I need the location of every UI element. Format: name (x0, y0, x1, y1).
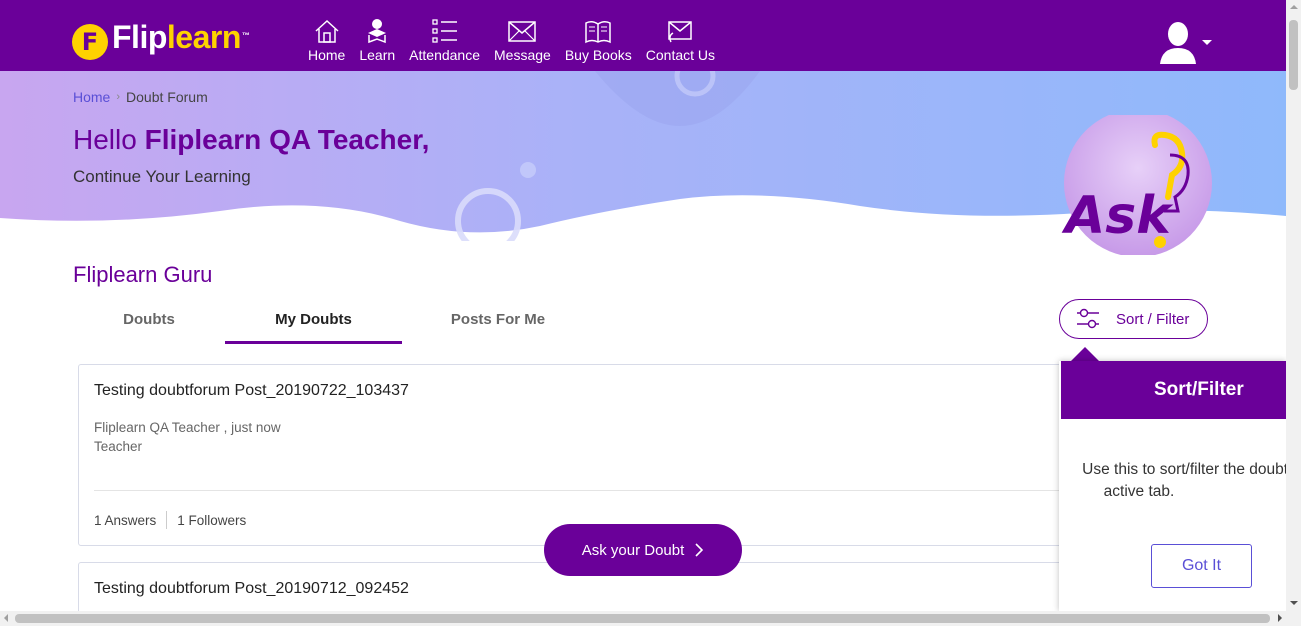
sort-filter-label: Sort / Filter (1116, 310, 1190, 328)
scroll-right-arrow-icon[interactable] (1278, 614, 1282, 622)
breadcrumb-current: Doubt Forum (126, 89, 208, 105)
logo-mark-icon: F (72, 23, 108, 60)
got-it-button[interactable]: Got It (1151, 544, 1252, 588)
attendance-icon (431, 19, 457, 43)
breadcrumb-separator-icon: › (116, 91, 121, 103)
nav-home[interactable]: Home (308, 18, 345, 63)
tab-doubts[interactable]: Doubts (73, 300, 225, 344)
greeting-subtitle: Continue Your Learning (73, 167, 251, 186)
sort-filter-tooltip: Sort/Filter Use this to sort/filter the … (1059, 361, 1296, 611)
tooltip-line2: active tab. (1103, 483, 1175, 500)
chevron-down-icon (1202, 39, 1212, 45)
scroll-down-arrow-icon[interactable] (1290, 601, 1298, 605)
vertical-scroll-thumb[interactable] (1289, 20, 1298, 90)
greeting-heading: Hello Fliplearn QA Teacher, (73, 124, 430, 155)
filter-sliders-icon (1077, 308, 1099, 329)
learn-icon (368, 19, 387, 44)
ask-button-label: Ask your Doubt (581, 541, 685, 559)
nav-buy-books[interactable]: Buy Books (565, 18, 632, 63)
message-icon (508, 21, 537, 42)
breadcrumb: Home › Doubt Forum (73, 89, 208, 105)
post-role: Teacher (94, 439, 143, 454)
doubt-tabs: Doubts My Doubts Posts For Me (73, 300, 594, 344)
ask-your-doubt-button[interactable]: Ask your Doubt (544, 524, 742, 576)
logo-text: Fliplearn™ (112, 19, 250, 55)
post-meta: Fliplearn QA Teacher , just now Teacher (94, 418, 281, 456)
nav-learn[interactable]: Learn (359, 18, 395, 63)
horizontal-scrollbar[interactable] (0, 611, 1301, 626)
chevron-right-icon (695, 543, 704, 557)
user-menu[interactable] (1158, 20, 1212, 64)
scroll-up-arrow-icon[interactable] (1290, 5, 1298, 9)
horizontal-scroll-thumb[interactable] (15, 614, 1270, 623)
avatar-icon (1160, 22, 1196, 64)
top-navigation-bar: F Fliplearn™ Home Learn Attendance Messa… (0, 0, 1286, 71)
nav-message[interactable]: Message (494, 18, 551, 63)
post-stats: 1 Answers 1 Followers (94, 511, 246, 529)
answers-count[interactable]: 1 Answers (94, 513, 156, 528)
fliplearn-logo[interactable]: F Fliplearn™ (72, 19, 250, 64)
popover-pointer (1071, 347, 1099, 361)
tooltip-line1: Use this to sort/filter the doubts (1082, 461, 1296, 478)
tooltip-text: Use this to sort/filter the doubts activ… (1069, 459, 1301, 503)
tooltip-title: Sort/Filter (1061, 361, 1286, 419)
contact-icon (668, 21, 693, 43)
post-card[interactable]: Testing doubtforum Post_20190722_103437 … (78, 364, 1088, 546)
section-title: Fliplearn Guru (73, 262, 213, 287)
stats-separator (166, 511, 168, 529)
ask-illustration-icon: Ask (1061, 115, 1212, 255)
nav-attendance[interactable]: Attendance (409, 18, 480, 63)
post-title[interactable]: Testing doubtforum Post_20190722_103437 (94, 382, 409, 400)
post-author: Fliplearn QA Teacher , just now (94, 420, 281, 435)
tab-posts-for-me[interactable]: Posts For Me (402, 300, 594, 344)
vertical-scrollbar[interactable] (1286, 0, 1301, 611)
divider (94, 490, 1074, 491)
nav-contact-us[interactable]: Contact Us (646, 18, 715, 63)
followers-count[interactable]: 1 Followers (177, 513, 246, 528)
main-nav: Home Learn Attendance Message Buy Books … (308, 18, 729, 63)
scroll-left-arrow-icon[interactable] (4, 614, 8, 622)
tab-my-doubts[interactable]: My Doubts (225, 300, 402, 344)
breadcrumb-home-link[interactable]: Home (73, 89, 110, 105)
home-icon (315, 19, 339, 43)
post-title[interactable]: Testing doubtforum Post_20190712_092452 (94, 580, 409, 598)
sort-filter-button[interactable]: Sort / Filter (1059, 299, 1208, 339)
books-icon (585, 20, 612, 44)
